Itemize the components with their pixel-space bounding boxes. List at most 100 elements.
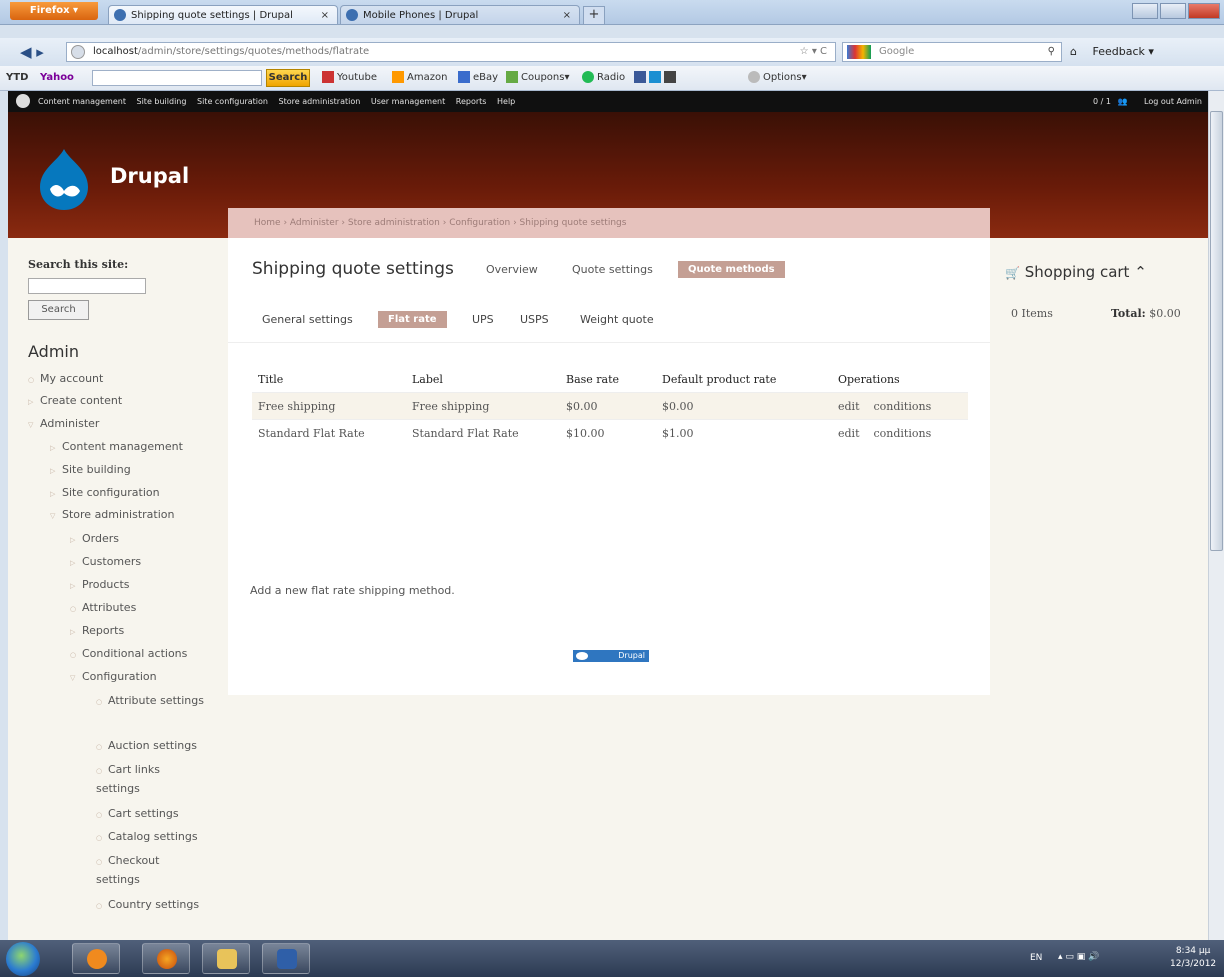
menu-label: Content management	[62, 440, 183, 453]
menu-item-reports[interactable]: ▷ Reports	[70, 624, 124, 639]
shopping-cart-title[interactable]: 🛒 Shopping cart ⌃	[1005, 263, 1147, 281]
collapse-arrow-icon[interactable]: ⌃	[1134, 263, 1147, 281]
toolbar-link-ebay[interactable]: eBay	[458, 66, 498, 90]
feedback-button[interactable]: Feedback ▾	[1092, 45, 1153, 58]
google-icon[interactable]	[847, 45, 871, 59]
site-name[interactable]: Drupal	[110, 164, 189, 188]
home-icon[interactable]: ⌂	[1070, 45, 1077, 58]
ytd-brand[interactable]: YTD	[6, 66, 28, 90]
tab-mobile-phones[interactable]: Mobile Phones | Drupal ×	[340, 5, 580, 24]
menu-item-store-administration[interactable]: ▽ Store administration	[50, 508, 174, 523]
site-search-button[interactable]: Search	[28, 300, 89, 320]
close-tab-icon[interactable]: ×	[563, 6, 571, 24]
yahoo-logo[interactable]: Yahoo	[40, 66, 74, 90]
menu-item-site-building[interactable]: ▷ Site building	[50, 463, 131, 478]
subtab-weight-quote[interactable]: Weight quote	[580, 313, 654, 326]
menu-item-content-management[interactable]: ▷ Content management	[50, 440, 183, 455]
tray-icons[interactable]: ▴ ▭ ▣ 🔊	[1058, 952, 1099, 962]
app-icon[interactable]	[664, 71, 676, 83]
toolbar-link-youtube[interactable]: Youtube	[322, 66, 377, 90]
menu-item-checkout-settings[interactable]: ○ Checkout settings	[96, 852, 196, 888]
admin-link-site-config[interactable]: Site configuration	[197, 97, 268, 106]
back-forward-icon[interactable]: ◀ ▸	[20, 42, 64, 62]
menu-item-configuration[interactable]: ▽ Configuration	[70, 670, 157, 685]
subtab-usps[interactable]: USPS	[520, 313, 549, 326]
search-magnifier-icon[interactable]: ⚲	[1048, 43, 1055, 61]
tab-quote-settings[interactable]: Quote settings	[572, 263, 653, 276]
site-identity-icon[interactable]	[71, 45, 85, 59]
edit-link[interactable]: edit	[838, 427, 860, 440]
menu-item-auction-settings[interactable]: ○ Auction settings	[96, 739, 197, 754]
cell-label: Free shipping	[406, 392, 560, 420]
bookmark-star-icon[interactable]: ☆ ▾ C	[800, 43, 827, 61]
menu-item-site-configuration[interactable]: ▷ Site configuration	[50, 486, 160, 501]
drupal-icon[interactable]	[16, 94, 30, 108]
menu-item-conditional-actions[interactable]: ○ Conditional actions	[70, 647, 187, 662]
logout-link[interactable]: Log out Admin	[1144, 97, 1202, 106]
toolbar-link-coupons[interactable]: Coupons▾	[506, 66, 569, 90]
clock[interactable]: 8:34 μμ 12/3/2012	[1170, 945, 1216, 971]
subtab-ups[interactable]: UPS	[472, 313, 494, 326]
menu-item-catalog-settings[interactable]: ○ Catalog settings	[96, 830, 198, 845]
menu-item-country-settings[interactable]: ○ Country settings	[96, 898, 199, 913]
admin-link-reports[interactable]: Reports	[456, 97, 487, 106]
cart-icon: 🛒	[1005, 266, 1020, 280]
toolbar-link-radio[interactable]: Radio	[582, 66, 625, 90]
close-tab-icon[interactable]: ×	[321, 6, 329, 24]
add-flat-rate-link[interactable]: Add a new flat rate shipping method.	[250, 584, 455, 597]
taskbar-explorer[interactable]	[202, 943, 250, 974]
admin-link-site-building[interactable]: Site building	[137, 97, 187, 106]
admin-link-store[interactable]: Store administration	[279, 97, 361, 106]
admin-link-users[interactable]: User management	[371, 97, 445, 106]
minimize-button[interactable]	[1132, 3, 1158, 19]
menu-item-create-content[interactable]: ▷ Create content	[28, 394, 122, 409]
firefox-menu-button[interactable]: Firefox ▾	[10, 2, 98, 20]
new-tab-button[interactable]: +	[583, 6, 605, 25]
toolbar-options[interactable]: Options▾	[748, 66, 807, 90]
menu-item-my-account[interactable]: ○ My account	[28, 372, 103, 387]
breadcrumb[interactable]: Home › Administer › Store administration…	[228, 208, 990, 238]
taskbar-media-player[interactable]	[72, 943, 120, 974]
menu-item-attribute-settings[interactable]: ○ Attribute settings	[96, 692, 206, 711]
maximize-button[interactable]	[1160, 3, 1186, 19]
admin-link-content[interactable]: Content management	[38, 97, 126, 106]
tab-overview[interactable]: Overview	[486, 263, 538, 276]
menu-item-customers[interactable]: ▷ Customers	[70, 555, 141, 570]
taskbar-word[interactable]	[262, 943, 310, 974]
subtab-general-settings[interactable]: General settings	[262, 313, 353, 326]
search-engine-box[interactable]: Google ⚲	[842, 42, 1062, 62]
subtab-flat-rate[interactable]: Flat rate	[378, 311, 447, 328]
toolbar-link-amazon[interactable]: Amazon	[392, 66, 447, 90]
powered-by-drupal-badge[interactable]: Drupal	[573, 650, 649, 662]
menu-item-products[interactable]: ▷ Products	[70, 578, 130, 593]
toolbar-search-button[interactable]: Search	[266, 69, 310, 87]
scrollbar-thumb[interactable]	[1210, 111, 1223, 551]
menu-item-administer[interactable]: ▽ Administer	[28, 417, 99, 432]
drupal-logo-icon[interactable]	[36, 147, 92, 212]
conditions-link[interactable]: conditions	[874, 427, 932, 440]
tab-quote-methods[interactable]: Quote methods	[678, 261, 785, 278]
url-bar[interactable]: localhost/admin/store/settings/quotes/me…	[66, 42, 836, 62]
menu-item-cart-links-settings[interactable]: ○ Cart links settings	[96, 761, 196, 797]
toolbar-search-input[interactable]	[92, 70, 262, 86]
twitter-icon[interactable]	[649, 71, 661, 83]
bullet-icon: ○	[96, 858, 103, 866]
site-search-input[interactable]	[28, 278, 146, 294]
cell-title: Standard Flat Rate	[252, 419, 406, 446]
menu-item-cart-settings[interactable]: ○ Cart settings	[96, 807, 179, 822]
facebook-icon[interactable]	[634, 71, 646, 83]
edit-link[interactable]: edit	[838, 400, 860, 413]
taskbar-firefox[interactable]	[142, 943, 190, 974]
vertical-scrollbar[interactable]	[1208, 91, 1224, 940]
conditions-link[interactable]: conditions	[874, 400, 932, 413]
close-window-button[interactable]	[1188, 3, 1220, 19]
menu-item-orders[interactable]: ▷ Orders	[70, 532, 119, 547]
language-indicator[interactable]: EN	[1030, 953, 1042, 963]
menu-item-attributes[interactable]: ○ Attributes	[70, 601, 136, 616]
start-button[interactable]	[6, 942, 40, 976]
tab-shipping-quote[interactable]: Shipping quote settings | Drupal ×	[108, 5, 338, 24]
admin-link-help[interactable]: Help	[497, 97, 515, 106]
page-title: Shipping quote settings	[252, 259, 454, 279]
collapsed-arrow-icon: ▷	[70, 559, 76, 567]
link-label: Youtube	[337, 72, 377, 83]
